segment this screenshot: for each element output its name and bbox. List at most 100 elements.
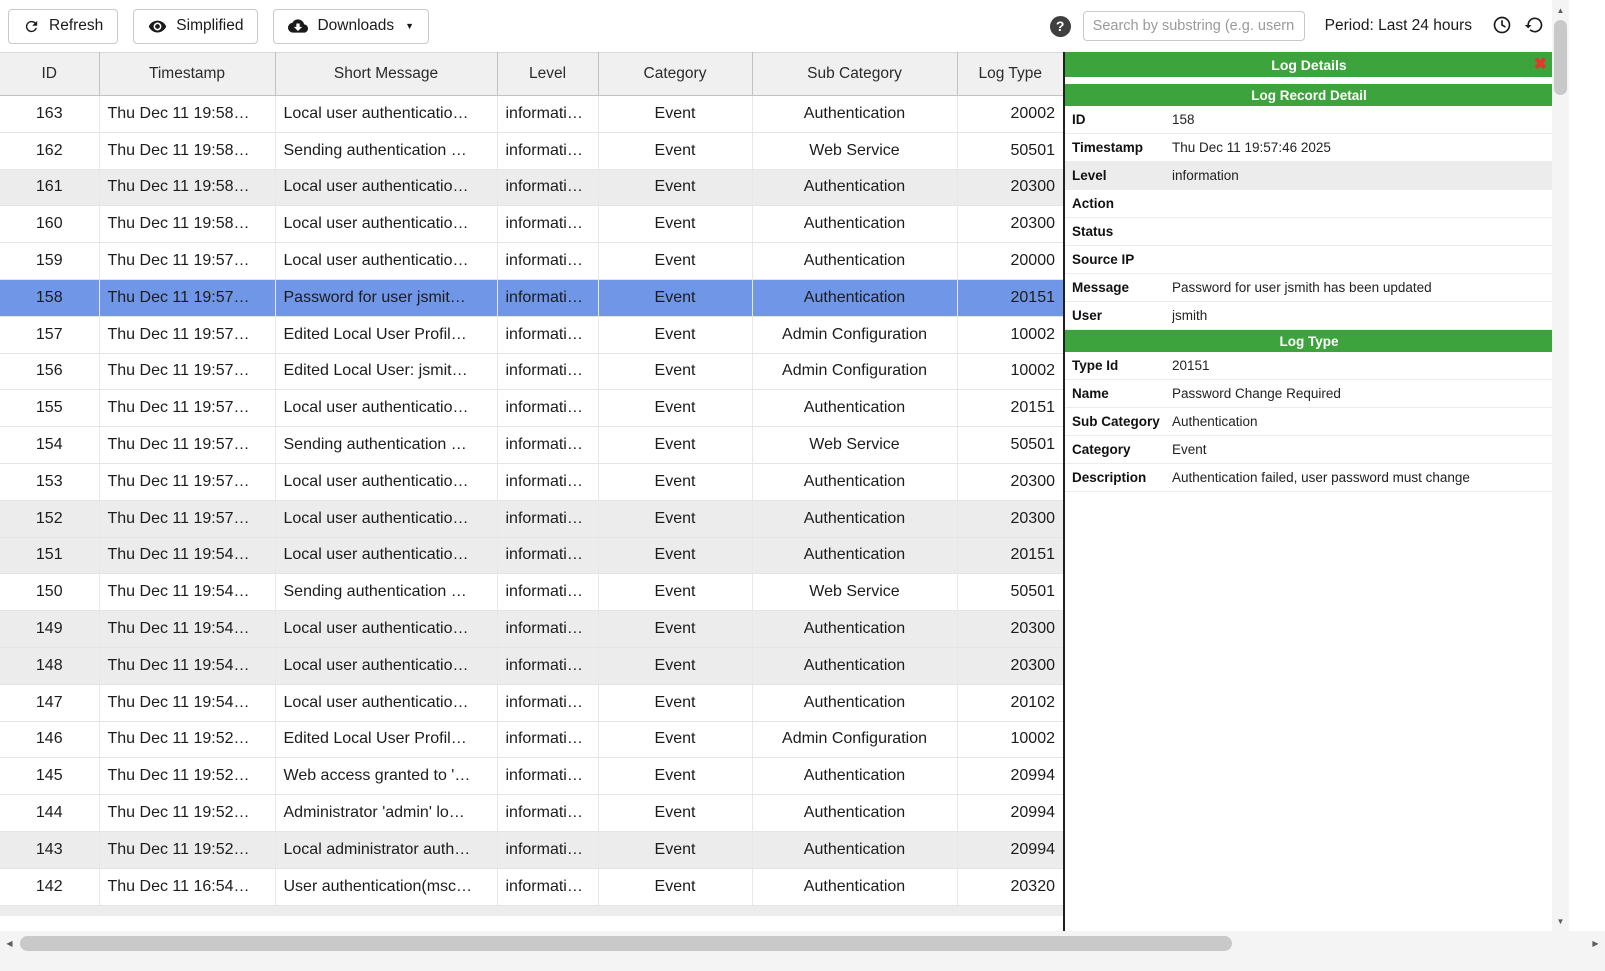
cell-level[interactable]: informati… [497, 390, 598, 427]
cell-sub[interactable]: Authentication [752, 684, 957, 721]
cell-type[interactable]: 20300 [957, 500, 1063, 537]
cell-sub[interactable]: Authentication [752, 279, 957, 316]
log-row-146[interactable]: 146Thu Dec 11 19:52…Edited Local User Pr… [0, 721, 1063, 758]
cell-message[interactable]: Administrator 'admin' lo… [275, 795, 497, 832]
cell-timestamp[interactable]: Thu Dec 11 19:58… [99, 206, 275, 243]
cell-message[interactable]: User authentication(msc… [275, 868, 497, 905]
cell-timestamp[interactable]: Thu Dec 11 19:58… [99, 96, 275, 133]
log-row-147[interactable]: 147Thu Dec 11 19:54…Local user authentic… [0, 684, 1063, 721]
cell-type[interactable]: 20002 [957, 96, 1063, 133]
reset-period-button[interactable] [1524, 15, 1544, 38]
cell-message[interactable]: Web access granted to '… [275, 758, 497, 795]
log-row-149[interactable]: 149Thu Dec 11 19:54…Local user authentic… [0, 611, 1063, 648]
cell-message[interactable]: Local user authenticatio… [275, 206, 497, 243]
cell-message[interactable]: Edited Local User Profil… [275, 316, 497, 353]
cell-sub[interactable]: Authentication [752, 831, 957, 868]
cell-category[interactable]: Event [598, 574, 752, 611]
cell-id[interactable]: 158 [0, 279, 99, 316]
refresh-button[interactable]: Refresh [8, 9, 118, 44]
cell-timestamp[interactable]: Thu Dec 11 19:57… [99, 390, 275, 427]
cell-category[interactable]: Event [598, 721, 752, 758]
scroll-up-icon[interactable]: ▲ [1552, 2, 1569, 18]
cell-sub[interactable]: Authentication [752, 390, 957, 427]
cell-category[interactable]: Event [598, 611, 752, 648]
cell-timestamp[interactable]: Thu Dec 11 19:54… [99, 611, 275, 648]
cell-id[interactable]: 163 [0, 96, 99, 133]
cell-level[interactable]: informati… [497, 316, 598, 353]
cell-level[interactable]: informati… [497, 611, 598, 648]
cell-sub[interactable]: Authentication [752, 537, 957, 574]
cell-level[interactable]: informati… [497, 831, 598, 868]
cell-sub[interactable]: Admin Configuration [752, 316, 957, 353]
cell-type[interactable]: 20300 [957, 611, 1063, 648]
cell-type[interactable]: 20151 [957, 537, 1063, 574]
cell-id[interactable]: 160 [0, 206, 99, 243]
cell-sub[interactable]: Authentication [752, 243, 957, 280]
cell-id[interactable]: 143 [0, 831, 99, 868]
cell-type[interactable]: 50501 [957, 574, 1063, 611]
cell-category[interactable]: Event [598, 243, 752, 280]
cell-timestamp[interactable]: Thu Dec 11 19:57… [99, 243, 275, 280]
cell-timestamp[interactable]: Thu Dec 11 19:57… [99, 279, 275, 316]
cell-timestamp[interactable]: Thu Dec 11 19:52… [99, 758, 275, 795]
cell-timestamp[interactable]: Thu Dec 11 19:54… [99, 647, 275, 684]
column-header-sub-category[interactable]: Sub Category [752, 53, 957, 96]
log-row-153[interactable]: 153Thu Dec 11 19:57…Local user authentic… [0, 463, 1063, 500]
cell-category[interactable]: Event [598, 537, 752, 574]
cell-sub[interactable]: Web Service [752, 132, 957, 169]
cell-category[interactable]: Event [598, 206, 752, 243]
cell-timestamp[interactable]: Thu Dec 11 16:54… [99, 868, 275, 905]
log-row-152[interactable]: 152Thu Dec 11 19:57…Local user authentic… [0, 500, 1063, 537]
cell-id[interactable]: 147 [0, 684, 99, 721]
cell-sub[interactable]: Authentication [752, 463, 957, 500]
cell-id[interactable]: 154 [0, 427, 99, 464]
cell-sub[interactable]: Authentication [752, 868, 957, 905]
log-row-144[interactable]: 144Thu Dec 11 19:52…Administrator 'admin… [0, 795, 1063, 832]
cell-timestamp[interactable]: Thu Dec 11 19:58… [99, 132, 275, 169]
cell-id[interactable]: 162 [0, 132, 99, 169]
cell-category[interactable]: Event [598, 96, 752, 133]
log-row-156[interactable]: 156Thu Dec 11 19:57…Edited Local User: j… [0, 353, 1063, 390]
log-row-154[interactable]: 154Thu Dec 11 19:57…Sending authenticati… [0, 427, 1063, 464]
cell-level[interactable]: informati… [497, 463, 598, 500]
cell-type[interactable]: 20300 [957, 206, 1063, 243]
cell-category[interactable]: Event [598, 316, 752, 353]
cell-message[interactable]: Edited Local User Profil… [275, 721, 497, 758]
cell-category[interactable]: Event [598, 831, 752, 868]
cell-type[interactable]: 20320 [957, 868, 1063, 905]
cell-category[interactable]: Event [598, 758, 752, 795]
cell-type[interactable]: 20994 [957, 795, 1063, 832]
cell-id[interactable]: 146 [0, 721, 99, 758]
cell-sub[interactable]: Web Service [752, 574, 957, 611]
cell-message[interactable]: Sending authentication … [275, 427, 497, 464]
cell-id[interactable]: 159 [0, 243, 99, 280]
cell-sub[interactable]: Authentication [752, 647, 957, 684]
cell-type[interactable]: 20151 [957, 279, 1063, 316]
scroll-down-icon[interactable]: ▼ [1552, 913, 1569, 929]
column-header-short-message[interactable]: Short Message [275, 53, 497, 96]
cell-level[interactable]: informati… [497, 684, 598, 721]
vertical-scrollbar[interactable]: ▲ ▼ [1552, 0, 1569, 931]
cell-id[interactable]: 145 [0, 758, 99, 795]
cell-message[interactable]: Local user authenticatio… [275, 463, 497, 500]
cell-type[interactable]: 20300 [957, 647, 1063, 684]
cell-sub[interactable]: Web Service [752, 427, 957, 464]
cell-id[interactable]: 161 [0, 169, 99, 206]
cell-id[interactable]: 153 [0, 463, 99, 500]
cell-timestamp[interactable]: Thu Dec 11 19:57… [99, 353, 275, 390]
cell-timestamp[interactable]: Thu Dec 11 19:54… [99, 537, 275, 574]
cell-timestamp[interactable]: Thu Dec 11 19:57… [99, 463, 275, 500]
cell-type[interactable]: 20151 [957, 390, 1063, 427]
cell-timestamp[interactable]: Thu Dec 11 19:52… [99, 721, 275, 758]
time-period-button[interactable] [1492, 15, 1512, 38]
cell-message[interactable]: Local user authenticatio… [275, 611, 497, 648]
cell-sub[interactable]: Admin Configuration [752, 353, 957, 390]
cell-id[interactable]: 148 [0, 647, 99, 684]
cell-message[interactable]: Local user authenticatio… [275, 96, 497, 133]
cell-sub[interactable]: Authentication [752, 169, 957, 206]
cell-sub[interactable]: Authentication [752, 758, 957, 795]
cell-sub[interactable]: Authentication [752, 96, 957, 133]
cell-level[interactable]: informati… [497, 243, 598, 280]
cell-message[interactable]: Local user authenticatio… [275, 647, 497, 684]
cell-level[interactable]: informati… [497, 132, 598, 169]
